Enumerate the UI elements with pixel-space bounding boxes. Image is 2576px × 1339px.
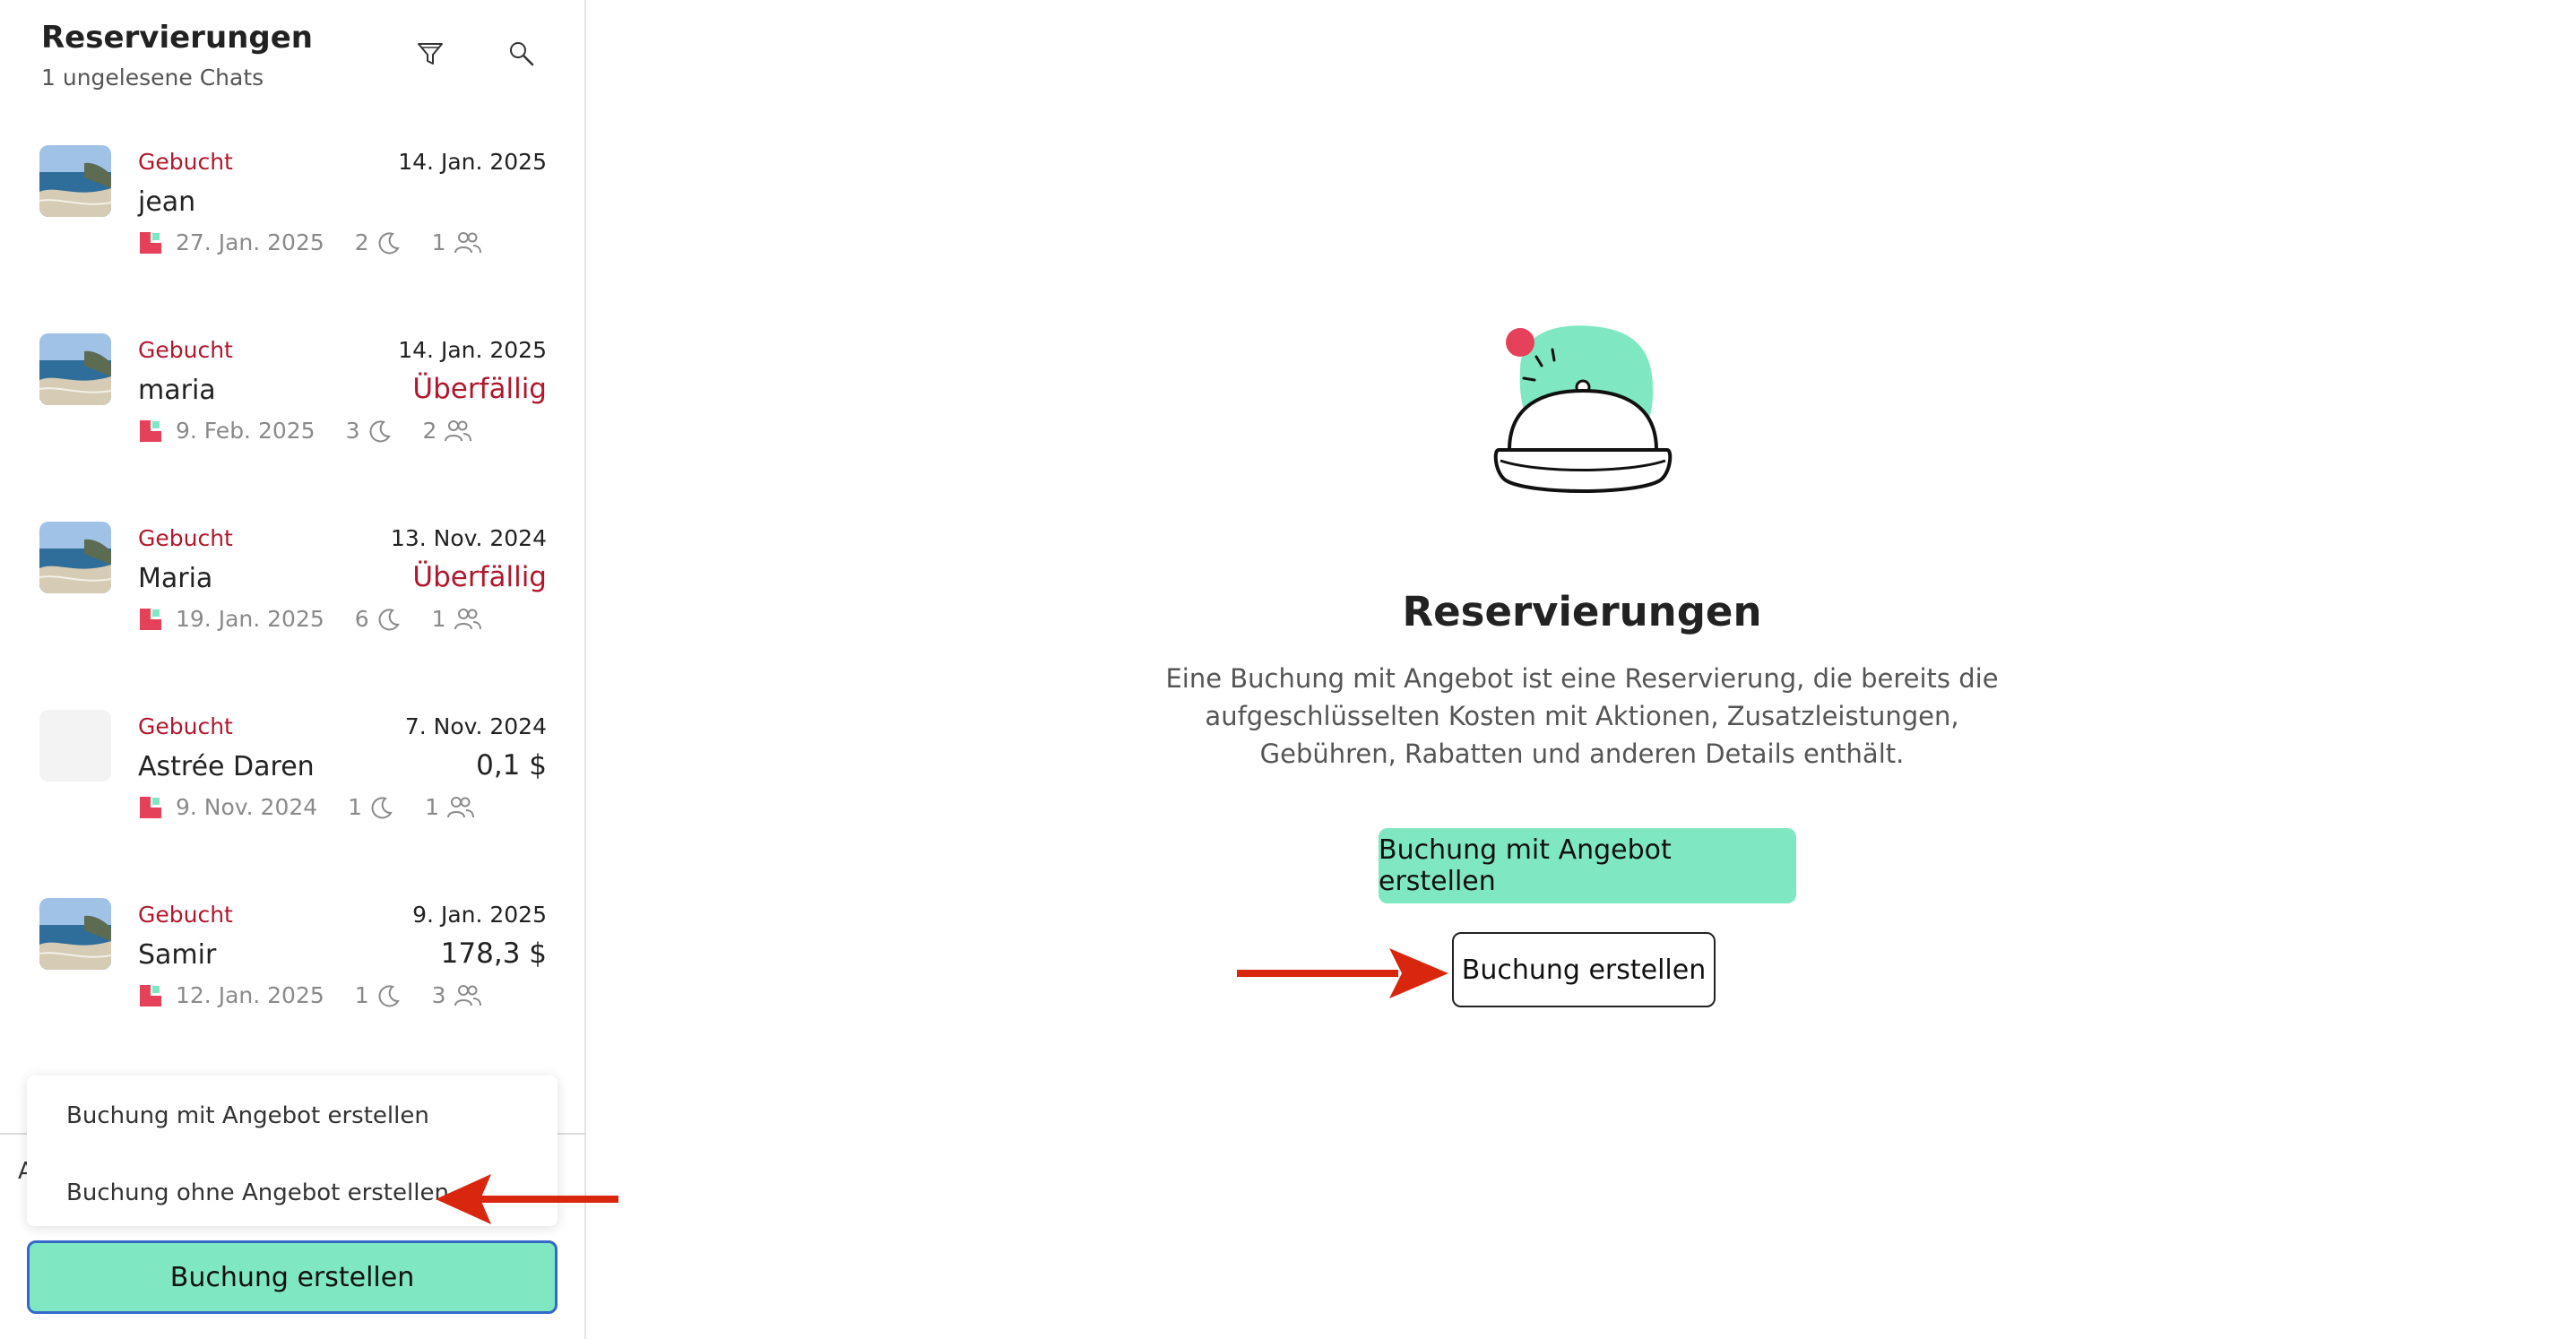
reservation-meta: 27. Jan. 2025 2 1 — [138, 229, 482, 255]
people-icon — [454, 608, 481, 629]
main-panel: Reservierungen Eine Buchung mit Angebot … — [588, 0, 2576, 1339]
reservation-status: Gebucht — [138, 525, 233, 551]
property-thumbnail — [39, 522, 111, 593]
people-icon — [454, 984, 481, 1006]
reservation-meta: 12. Jan. 2025 1 3 — [138, 982, 482, 1008]
guest-name: Astrée Daren — [138, 751, 315, 782]
nights-count: 1 — [354, 982, 369, 1008]
overdue-badge: Überfällig — [412, 561, 547, 593]
create-booking-button-main[interactable]: Buchung erstellen — [1452, 932, 1716, 1007]
checkin-date: 9. Nov. 2024 — [176, 794, 318, 820]
annotation-arrow-left — [436, 1174, 618, 1224]
moon-icon — [378, 231, 400, 254]
annotation-arrow-right — [1237, 948, 1448, 998]
checkin-date: 9. Feb. 2025 — [176, 418, 316, 444]
reservation-amount: 178,3 $ — [440, 937, 547, 970]
calendar-icon — [138, 795, 163, 820]
sidebar-title: Reservierungen — [41, 20, 313, 56]
reservation-date: 14. Jan. 2025 — [398, 149, 547, 175]
service-bell-icon — [1493, 325, 1673, 493]
empty-state-description: Eine Buchung mit Angebot ist eine Reserv… — [1165, 663, 1999, 769]
guests-count: 3 — [431, 982, 446, 1008]
reservation-meta: 19. Jan. 2025 6 1 — [138, 606, 482, 632]
search-icon — [510, 42, 534, 66]
guests-count: 1 — [425, 794, 439, 820]
reservation-status: Gebucht — [138, 337, 233, 363]
moon-icon — [378, 608, 400, 630]
reservation-status: Gebucht — [138, 902, 233, 928]
moon-icon — [378, 984, 400, 1006]
nights-count: 2 — [354, 229, 369, 255]
guest-name: Maria — [138, 563, 213, 594]
reservation-date: 13. Nov. 2024 — [390, 525, 547, 551]
reservation-date: 7. Nov. 2024 — [404, 713, 547, 739]
people-icon — [445, 419, 472, 441]
guest-name: jean — [138, 186, 196, 218]
reservation-status: Gebucht — [138, 149, 233, 175]
calendar-icon — [138, 607, 163, 632]
empty-state-title: Reservierungen — [1402, 588, 1762, 635]
filter-icon — [418, 43, 443, 65]
property-thumbnail — [39, 710, 111, 782]
filter-button[interactable] — [411, 34, 450, 73]
reservation-date: 9. Jan. 2025 — [412, 902, 547, 928]
nights-count: 6 — [354, 606, 369, 632]
menu-item-with-offer[interactable]: Buchung mit Angebot erstellen — [66, 1102, 429, 1129]
calendar-icon — [138, 983, 163, 1008]
people-icon — [446, 796, 474, 817]
calendar-icon — [138, 419, 163, 444]
reservation-item[interactable]: Gebucht 14. Jan. 2025 jean 27. Jan. 2025 2 1 — [0, 143, 584, 315]
people-icon — [454, 231, 481, 253]
moon-icon — [371, 796, 393, 818]
unread-chats-count: 1 ungelesene Chats — [41, 65, 264, 91]
guests-count: 1 — [431, 229, 446, 255]
guest-name: Samir — [138, 939, 217, 971]
guests-count: 1 — [431, 606, 446, 632]
reservation-meta: 9. Feb. 2025 3 2 — [138, 418, 472, 444]
overdue-badge: Überfällig — [412, 373, 547, 405]
nights-count: 3 — [345, 418, 360, 444]
checkin-date: 12. Jan. 2025 — [176, 982, 324, 1008]
property-thumbnail — [39, 145, 111, 217]
reservation-meta: 9. Nov. 2024 1 1 — [138, 794, 475, 820]
create-booking-button[interactable]: Buchung erstellen — [27, 1240, 558, 1314]
create-booking-with-offer-button[interactable]: Buchung mit Angebot erstellen — [1379, 828, 1796, 903]
reservation-item[interactable]: Gebucht 9. Jan. 2025 Samir 178,3 $ 12. Jan. … — [0, 896, 584, 1068]
checkin-date: 27. Jan. 2025 — [176, 229, 324, 255]
reservation-amount: 0,1 $ — [476, 749, 547, 782]
reservation-item[interactable]: Gebucht 14. Jan. 2025 maria Überfällig 9. Fe… — [0, 332, 584, 504]
nights-count: 1 — [348, 794, 363, 820]
menu-item-without-offer[interactable]: Buchung ohne Angebot erstellen — [66, 1179, 449, 1206]
property-thumbnail — [39, 898, 111, 970]
guests-count: 2 — [422, 418, 437, 444]
reservation-item[interactable]: Gebucht 7. Nov. 2024 Astrée Daren 0,1 $9. N… — [0, 708, 584, 880]
checkin-date: 19. Jan. 2025 — [176, 606, 324, 632]
reservation-status: Gebucht — [138, 713, 233, 739]
reservations-sidebar: Reservierungen 1 ungelesene Chats Gebuch… — [0, 0, 586, 1339]
calendar-icon — [138, 230, 163, 255]
reservation-item[interactable]: Gebucht 13. Nov. 2024 Maria Überfällig 19. J… — [0, 520, 584, 692]
guest-name: maria — [138, 375, 216, 406]
moon-icon — [369, 419, 391, 442]
reservation-date: 14. Jan. 2025 — [398, 337, 547, 363]
property-thumbnail — [39, 333, 111, 405]
search-button[interactable] — [502, 34, 541, 73]
